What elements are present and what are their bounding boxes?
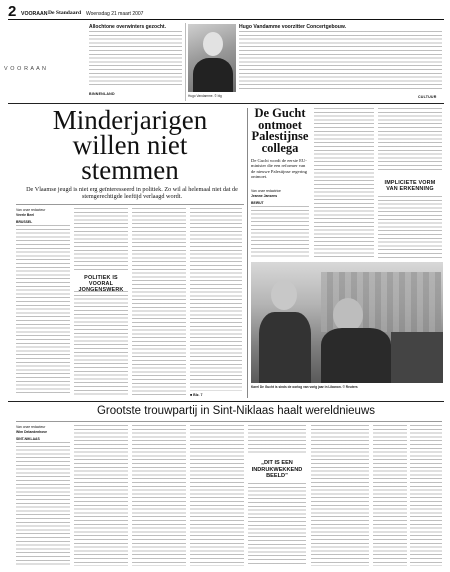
side-col-2 (314, 108, 374, 258)
side-byline: Van onze redactrice (251, 189, 281, 193)
bottom-col-5b (248, 483, 306, 566)
top-right-section-label: CULTUUR (418, 95, 437, 99)
top-left-section-label: BINNENLAND (89, 92, 115, 96)
bottom-col-4 (190, 425, 244, 566)
top-right-story-title: Hugo Vandamme voorzitter Concertgebouw. (239, 24, 347, 30)
top-left-story-title: Allochtone overwinters gezocht. (89, 24, 166, 30)
bottom-byline: Van onze redacteur (16, 425, 46, 429)
main-byline: Van onze redacteur (16, 208, 46, 212)
bottom-pullquote-line-3: BEELD” (266, 473, 288, 480)
main-deck: De Vlaamse jeugd is niet erg geïnteresse… (26, 186, 238, 200)
portrait-photo (188, 24, 236, 92)
bottom-headline: Grootste trouwpartij in Sint-Niklaas haa… (96, 405, 376, 417)
masthead-bar: 2 VOORAAN De Standaard Woensdag 21 maart… (8, 3, 444, 20)
bottom-pullquote-line-1: „DIT IS EEN (261, 460, 293, 466)
main-end-mark: ■ Blz. 7 (190, 393, 203, 397)
side-col-3b (378, 196, 442, 258)
bottom-col-6 (311, 425, 369, 566)
main-headline: Minderjarigen willen niet stemmen (20, 107, 240, 185)
issue-date: Woensdag 21 maart 2007 (86, 11, 144, 17)
portrait-caption: Hugo Vandamme. © blg (188, 94, 222, 98)
side-byline-name: Jeanne Jansens (251, 194, 278, 198)
main-headline-line-3: stemmen (81, 155, 179, 185)
bottom-dateline: SINT-NIKLAAS (16, 437, 40, 441)
bottom-col-5a (248, 425, 306, 455)
side-deck: De Gucht wordt de eerste EU-minister die… (251, 158, 307, 180)
side-subhead: IMPLICIETE VORM VAN ERKENNING (378, 180, 442, 192)
bottom-col-3 (132, 425, 186, 566)
bottom-pullquote: „DIT IS EEN INDRUKWEKKEND BEELD” (248, 460, 306, 480)
side-col-1 (251, 206, 309, 258)
main-col-1 (16, 225, 70, 395)
bottom-pullquote-line-2: INDRUKWEKKEND (251, 466, 303, 473)
paper-name: De Standaard (48, 10, 82, 16)
top-right-story-body (239, 31, 442, 91)
bottom-col-2 (74, 425, 128, 566)
bottom-col-1 (16, 442, 70, 566)
side-headline: De Gucht ontmoet Palestijnse collega (251, 107, 309, 155)
vertical-section-label: V O O R A A N (4, 66, 47, 72)
main-col-3 (132, 208, 186, 395)
side-col-3 (378, 108, 442, 171)
top-left-story-body (89, 31, 182, 86)
de-gucht-photo-caption: Karel De Gucht is sinds de oorlog van vo… (251, 385, 358, 389)
main-col-2b (74, 291, 128, 395)
de-gucht-photo (251, 262, 443, 383)
page-number: 2 (8, 3, 17, 20)
bottom-col-7 (373, 425, 407, 566)
side-headline-line-4: collega (261, 140, 299, 155)
main-col-2 (74, 208, 128, 270)
section-name: VOORAAN (21, 11, 48, 17)
bottom-byline-name: Wim Delaedenhove (16, 430, 48, 434)
bottom-col-8 (410, 425, 442, 566)
main-col-4 (190, 208, 242, 391)
side-subhead-line-2: VAN ERKENNING (386, 186, 434, 192)
main-dateline: BRUSSEL (16, 220, 33, 224)
side-dateline: BEIRUT (251, 201, 264, 205)
main-byline-name: Veerle Beel (16, 213, 35, 217)
